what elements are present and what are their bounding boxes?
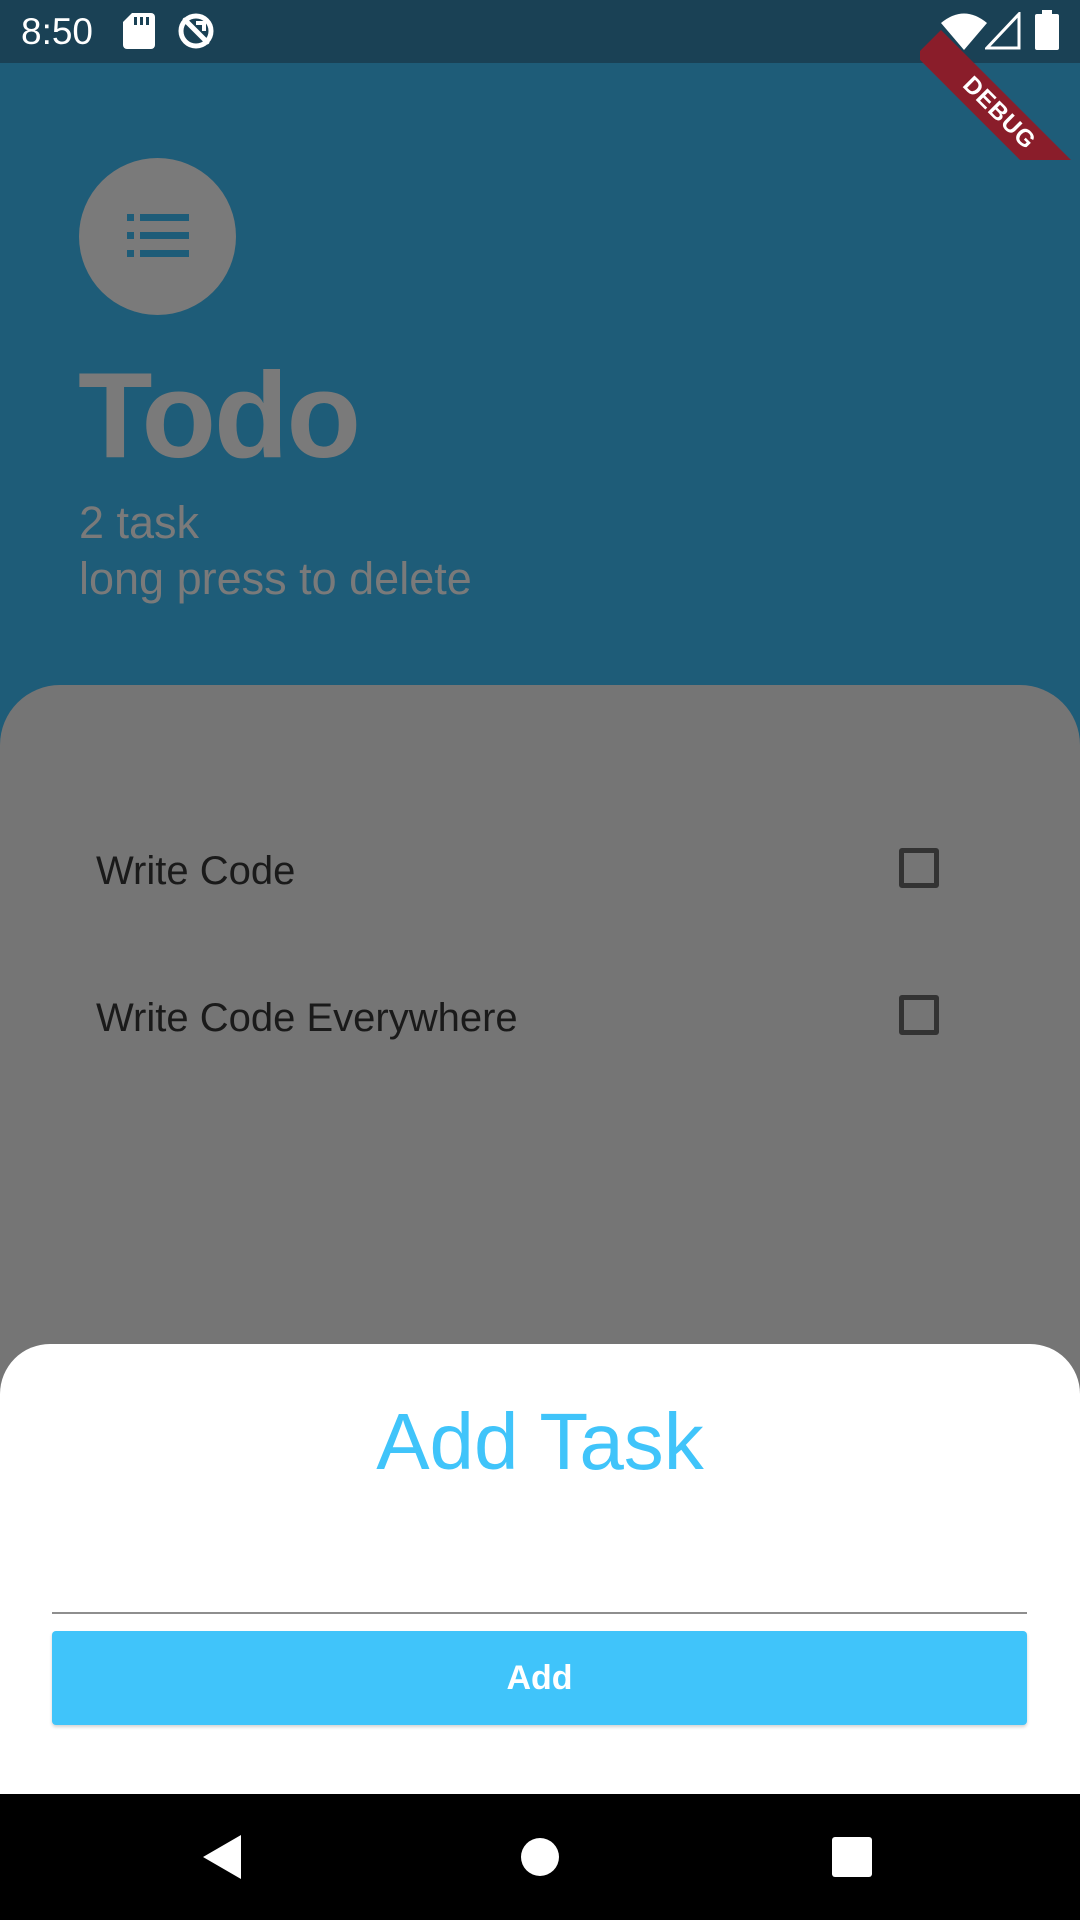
add-task-title: Add Task	[376, 1397, 704, 1486]
status-bar: 8:50	[0, 0, 1080, 63]
task-checkbox[interactable]	[899, 848, 939, 888]
debug-banner: DEBUG	[920, 0, 1080, 160]
task-row[interactable]: Write Code Everywhere	[0, 968, 1080, 1068]
task-checkbox[interactable]	[899, 995, 939, 1035]
back-icon[interactable]	[199, 1831, 251, 1883]
task-label: Write Code Everywhere	[96, 996, 518, 1040]
header: Todo 2 task long press to delete	[0, 63, 1080, 685]
home-icon[interactable]	[514, 1831, 566, 1883]
task-label: Write Code	[96, 849, 296, 893]
task-count: 2 task	[79, 497, 200, 548]
task-row[interactable]: Write Code	[0, 821, 1080, 921]
navigation-bar	[0, 1794, 1080, 1920]
recents-icon[interactable]	[826, 1831, 878, 1883]
list-avatar	[79, 158, 236, 315]
list-icon	[127, 214, 189, 257]
add-button[interactable]: Add	[52, 1631, 1027, 1725]
task-input[interactable]	[52, 1554, 1027, 1614]
sd-card-icon	[123, 13, 155, 49]
delete-hint: long press to delete	[79, 553, 472, 604]
debug-ribbon-label: DEBUG	[920, 30, 1080, 160]
app-screen: 8:50 DEBUG Todo 2 task long press to del…	[0, 0, 1080, 1920]
sync-icon	[178, 13, 214, 49]
status-time: 8:50	[21, 11, 94, 52]
add-task-sheet: Add Task Add	[0, 1344, 1080, 1794]
page-title: Todo	[78, 347, 361, 483]
